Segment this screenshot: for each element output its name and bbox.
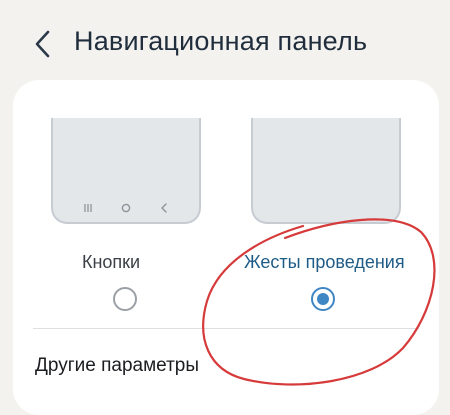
gestures-option-label: Жесты проведения <box>244 252 405 272</box>
settings-card: Кнопки Жесты проведения Другие параметры <box>13 80 439 415</box>
divider <box>33 328 419 329</box>
other-settings-item[interactable]: Другие параметры <box>35 355 199 377</box>
nav-keys <box>53 202 199 214</box>
gestures-radio[interactable] <box>311 287 335 311</box>
radio-selected-dot <box>317 293 329 305</box>
gestures-preview[interactable] <box>251 118 401 224</box>
chevron-left-icon <box>35 30 50 58</box>
buttons-option-label: Кнопки <box>82 252 141 272</box>
home-icon <box>121 203 131 213</box>
recent-apps-icon <box>84 204 92 212</box>
buttons-preview[interactable] <box>51 118 201 224</box>
header: Навигационная панель <box>0 0 450 86</box>
buttons-radio[interactable] <box>113 287 137 311</box>
page-title: Навигационная панель <box>74 26 368 56</box>
back-key-icon <box>161 203 167 213</box>
back-button[interactable] <box>30 28 58 60</box>
